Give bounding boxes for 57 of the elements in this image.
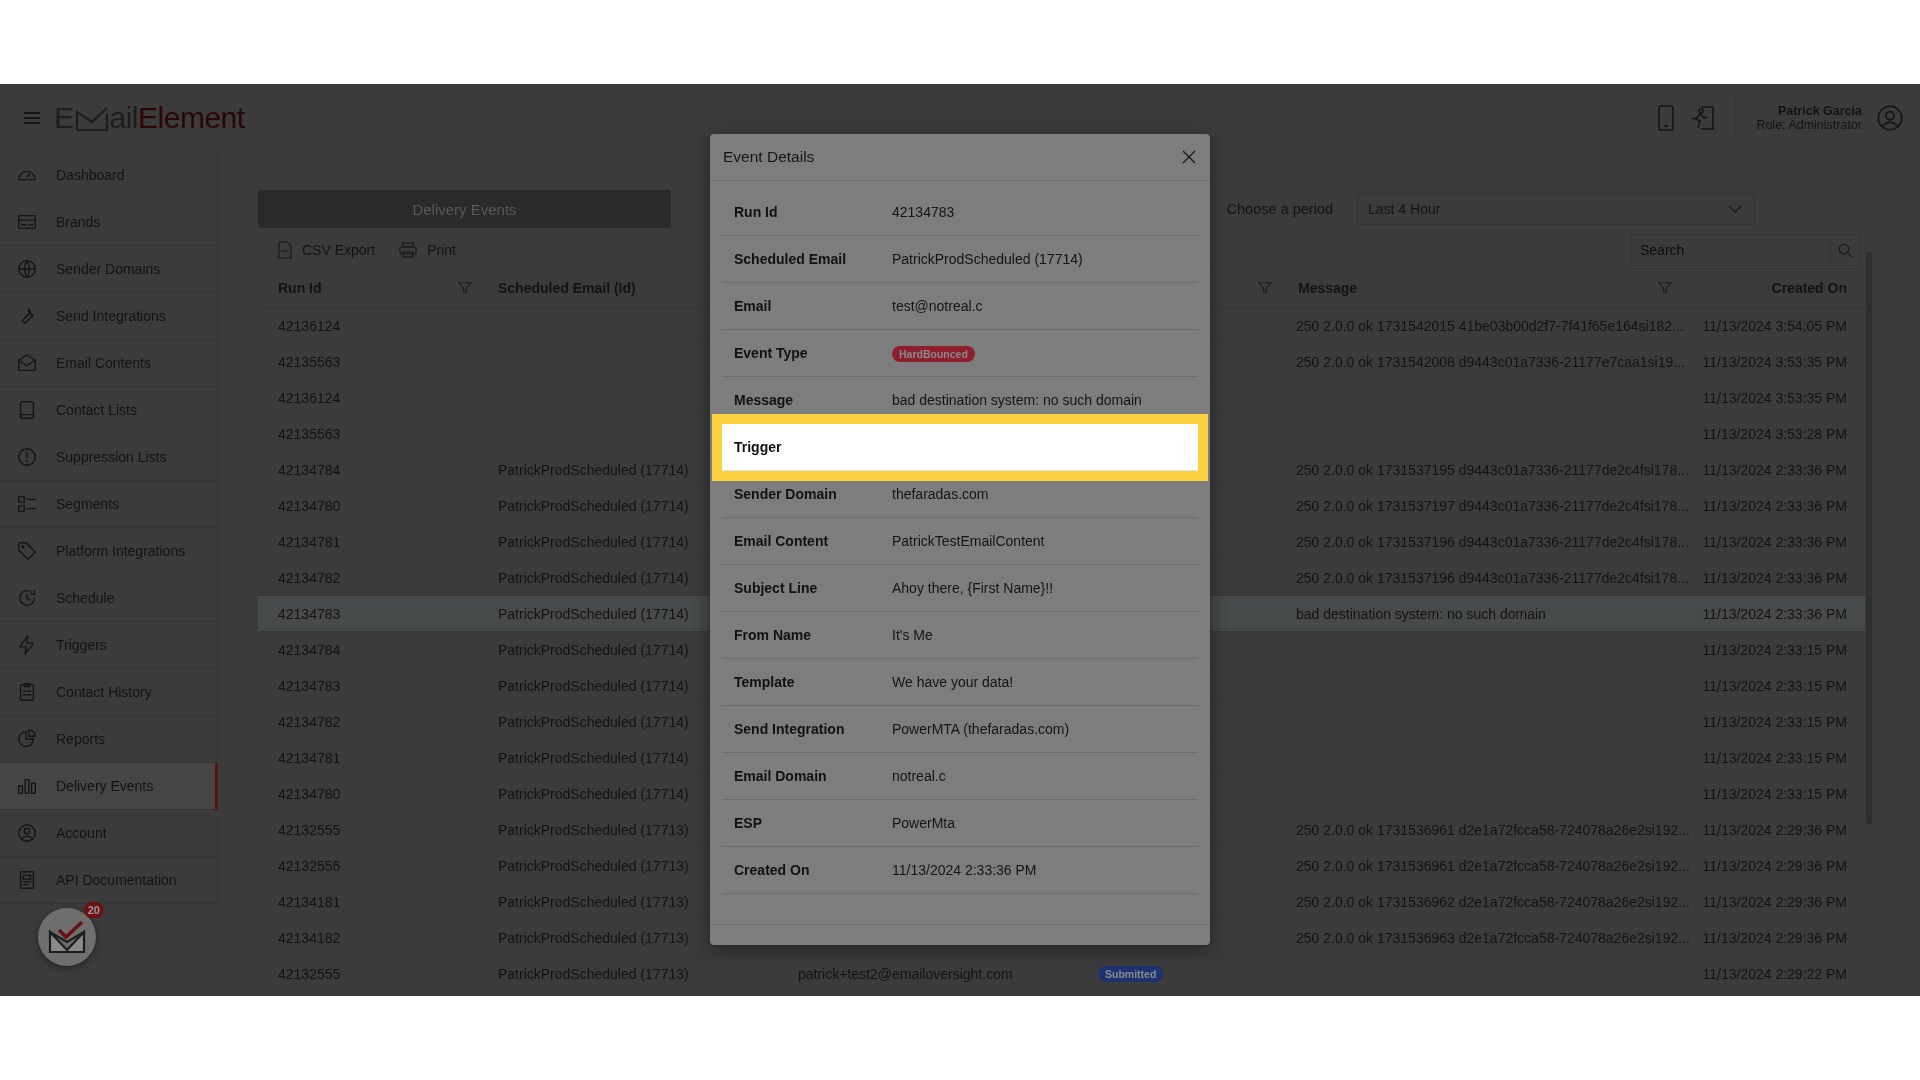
field-value: PatrickProdScheduled (17714) (892, 251, 1084, 267)
filter-icon[interactable] (1658, 281, 1672, 295)
field-label: From Name (734, 627, 813, 643)
menu-icon[interactable] (24, 111, 40, 125)
pie-chart-icon (16, 728, 38, 750)
field-label: Sender Domain (734, 486, 838, 502)
notification-count: 20 (83, 902, 104, 918)
filter-icon[interactable] (1258, 281, 1272, 295)
clock-icon (16, 587, 38, 609)
field-label: Event Type (734, 345, 809, 361)
search-icon (1838, 242, 1853, 258)
field-label: Subject Line (734, 580, 819, 596)
field-value: PowerMta (892, 815, 957, 831)
alert-icon (16, 446, 38, 468)
exit-icon[interactable] (1689, 105, 1716, 131)
table-cell: 42134783 (278, 605, 341, 622)
field-label: Scheduled Email (734, 251, 848, 267)
close-icon[interactable] (1182, 150, 1196, 164)
search-button[interactable] (1831, 234, 1861, 266)
chevron-down-icon (1728, 205, 1742, 213)
field-label: Trigger (734, 439, 783, 455)
dialog-title: Event Details (723, 148, 815, 166)
globe-icon (16, 258, 38, 280)
user-circle-icon (16, 822, 38, 844)
field-label: Email (734, 298, 773, 314)
status-badge: HardBounced (892, 346, 975, 362)
field-label: Email Domain (734, 768, 828, 784)
field-value: 42134783 (892, 204, 956, 220)
field-value: PowerMTA (thefaradas.com) (892, 721, 1071, 737)
field-value: notreal.c (892, 768, 947, 784)
field-label: Email Content (734, 533, 830, 549)
field-value: 11/13/2024 2:33:36 PM (892, 862, 1038, 878)
field-value: It's Me (892, 627, 934, 643)
mail-check-icon (47, 920, 87, 954)
field-label: Created On (734, 862, 811, 878)
status-badge: Submitted (1098, 965, 1164, 982)
field-label: Message (734, 392, 795, 408)
field-label: Run Id (734, 204, 779, 220)
list-icon (16, 493, 38, 515)
avatar-icon[interactable] (1876, 104, 1904, 132)
phone-icon[interactable] (1657, 105, 1676, 131)
field-label: Template (734, 674, 796, 690)
field-value: We have your data! (892, 674, 1015, 690)
file-icon (278, 241, 292, 259)
printer-icon (399, 242, 418, 258)
field-label: ESP (734, 815, 763, 831)
envelope-icon (16, 352, 38, 374)
tag-icon (16, 540, 38, 562)
table-cell: PatrickProdScheduled (17714) (498, 605, 689, 622)
field-value: PatrickTestEmailContent (892, 533, 1046, 549)
filter-icon[interactable] (458, 281, 472, 295)
field-value: thefaradas.com (892, 486, 990, 502)
field-value: test@notreal.c (892, 298, 984, 314)
field-value: Ahoy there, {First Name}!! (892, 580, 1055, 596)
scrollbar[interactable] (1866, 252, 1872, 824)
field-label: Send Integration (734, 721, 846, 737)
field-value: bad destination system: no such domain (892, 392, 1143, 408)
